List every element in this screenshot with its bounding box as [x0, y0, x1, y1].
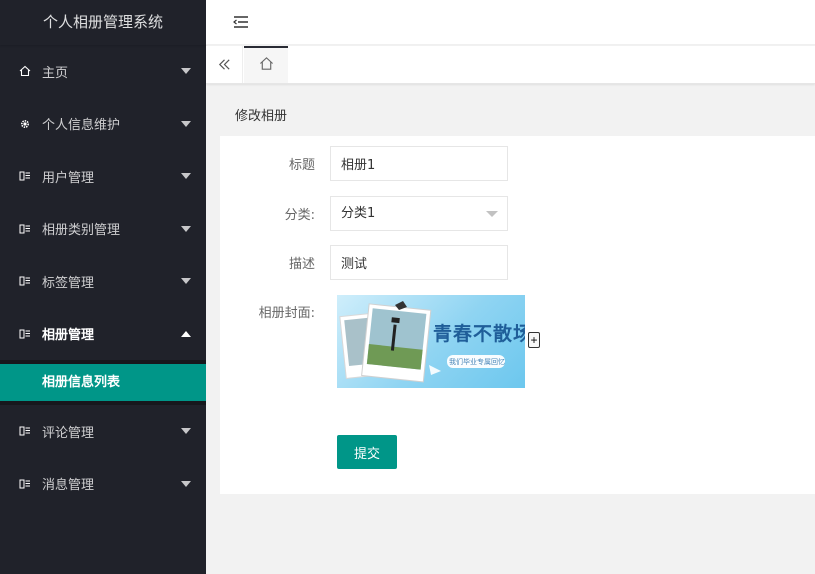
category-label: 分类: [284, 208, 315, 223]
list-icon [18, 274, 32, 288]
sidebar-item-albums[interactable]: 相册管理 [0, 308, 206, 361]
sidebar-nav-lower: 评论管理 消息管理 [0, 405, 206, 510]
cover-label: 相册封面: [258, 306, 315, 321]
category-select[interactable]: 分类1 [330, 196, 508, 231]
sidebar-item-label: 用户管理 [42, 170, 95, 186]
list-icon [18, 424, 32, 438]
form-title: 修改相册 [220, 98, 815, 136]
menu-toggle-icon[interactable] [232, 14, 250, 30]
sidebar-nav: 主页 个人信息维护 用户管理 相册类别管理 标签管理 相册管理 [0, 45, 206, 360]
cover-title-text: 青春不散场 [433, 323, 525, 345]
sidebar-item-messages[interactable]: 消息管理 [0, 458, 206, 511]
sidebar-item-home[interactable]: 主页 [0, 45, 206, 98]
sidebar: 个人相册管理系统 主页 个人信息维护 用户管理 相册类别管理 标签管理 相册管理… [0, 0, 206, 574]
chevron-down-icon [181, 225, 191, 232]
list-icon [18, 222, 32, 236]
chevron-down-icon [181, 120, 191, 127]
category-value: 分类1 [341, 206, 376, 221]
list-icon [18, 477, 32, 491]
sidebar-item-profile[interactable]: 个人信息维护 [0, 98, 206, 151]
tab-home[interactable] [244, 46, 288, 83]
list-icon [18, 169, 32, 183]
title-row: 标题 [220, 146, 508, 181]
sidebar-item-label: 消息管理 [42, 478, 95, 494]
add-cover-button[interactable]: + [528, 332, 540, 348]
top-header [206, 0, 815, 45]
title-input[interactable] [330, 146, 508, 181]
chevron-down-icon [181, 173, 191, 180]
sidebar-submenu: 相册信息列表 [0, 360, 206, 405]
edit-album-form: 标题 分类: 分类1 描述 相册封面: [220, 136, 815, 494]
chevron-down-icon [181, 278, 191, 285]
sidebar-item-label: 相册管理 [42, 328, 95, 344]
app-title: 个人相册管理系统 [0, 0, 206, 45]
cover-image: 青春不散场 我们毕业专属回忆 [337, 295, 525, 388]
description-label: 描述 [288, 257, 315, 272]
description-input[interactable] [330, 245, 508, 280]
double-chevron-left-icon[interactable] [206, 46, 243, 83]
home-icon [259, 56, 274, 75]
chevron-down-icon [486, 211, 498, 217]
description-row: 描述 [220, 245, 508, 280]
submit-button[interactable]: 提交 [337, 435, 397, 469]
sidebar-item-label: 评论管理 [42, 425, 95, 441]
sidebar-item-label: 个人信息维护 [42, 118, 121, 134]
title-label: 标题 [288, 158, 315, 173]
list-icon [18, 327, 32, 341]
chevron-down-icon [181, 480, 191, 487]
sidebar-item-album-category[interactable]: 相册类别管理 [0, 203, 206, 256]
main-content: 修改相册 标题 分类: 分类1 描述 相册封面: [220, 98, 815, 494]
tab-bar [206, 46, 815, 84]
gear-icon [18, 117, 32, 131]
sidebar-item-label: 主页 [42, 65, 69, 81]
cover-subtitle-text: 我们毕业专属回忆 [449, 358, 505, 366]
sidebar-subitem-album-list[interactable]: 相册信息列表 [0, 364, 206, 401]
category-row: 分类: 分类1 [220, 196, 508, 231]
chevron-up-icon [181, 330, 191, 337]
sidebar-item-users[interactable]: 用户管理 [0, 150, 206, 203]
sidebar-item-label: 相册类别管理 [42, 223, 121, 239]
sidebar-item-comments[interactable]: 评论管理 [0, 405, 206, 458]
sidebar-item-label: 标签管理 [42, 275, 95, 291]
chevron-down-icon [181, 428, 191, 435]
home-icon [18, 64, 32, 78]
sidebar-item-tags[interactable]: 标签管理 [0, 255, 206, 308]
chevron-down-icon [181, 68, 191, 75]
